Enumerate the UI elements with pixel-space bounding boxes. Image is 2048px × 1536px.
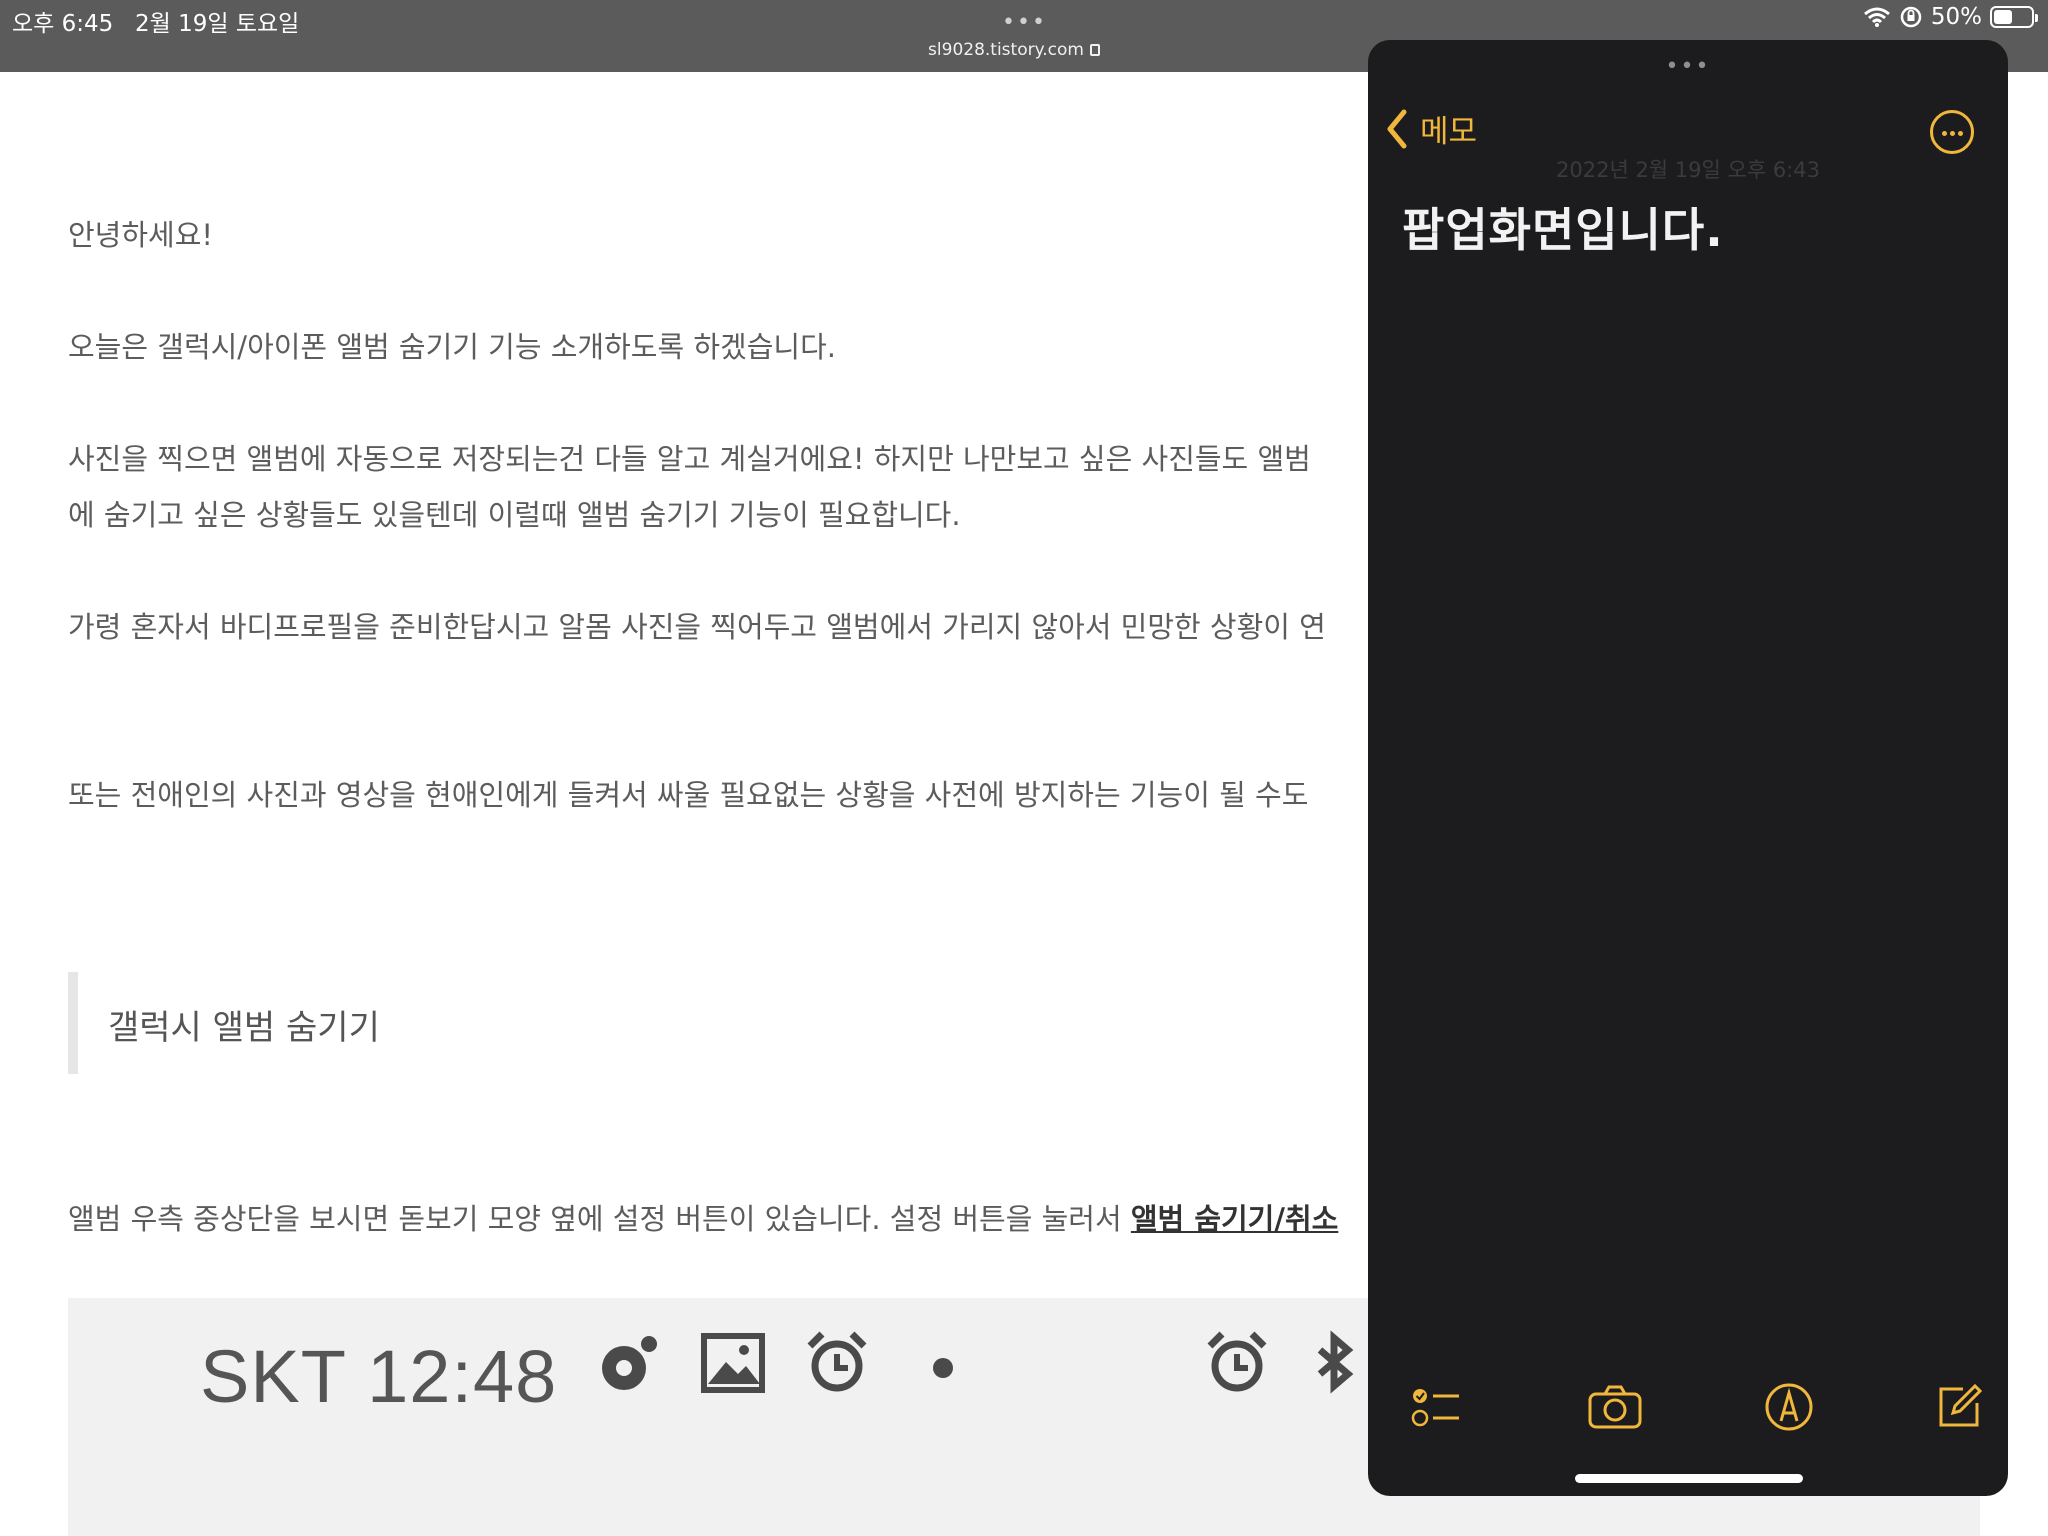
markup-button[interactable] <box>1754 1372 1824 1442</box>
paragraph-line: 에 숨기고 싶은 상황들도 있을텐데 이럴때 앨범 숨기기 기능이 필요합니다. <box>68 498 961 532</box>
paragraph-line: 또는 전애인의 사진과 영상을 현애인에게 들켜서 싸울 필요없는 상황을 사전… <box>68 778 1309 812</box>
battery-percentage: 50% <box>1930 4 1982 30</box>
paragraph-line: 가령 혼자서 바디프로필을 준비한답시고 알몸 사진을 찍어두고 앨범에서 가리… <box>68 610 1326 644</box>
dot-icon <box>933 1358 953 1378</box>
markup-icon <box>1765 1383 1813 1431</box>
paragraph-greeting: 안녕하세요! <box>68 218 214 252</box>
wifi-icon <box>1863 7 1890 27</box>
alarm-icon <box>1207 1331 1267 1392</box>
camera-button[interactable] <box>1580 1372 1650 1442</box>
compose-icon <box>1939 1383 1983 1427</box>
back-label: 메모 <box>1420 114 1478 150</box>
status-right: 50% <box>1863 4 2038 30</box>
battery-fill <box>1994 10 2012 24</box>
gallery-icon <box>701 1333 765 1393</box>
album-hide-link[interactable]: 앨범 숨기기/취소 <box>1131 1202 1338 1236</box>
note-body-text[interactable]: 팝업화면입니다. <box>1402 194 1724 260</box>
battery-icon <box>1990 6 2038 28</box>
paragraph-text: 앨범 우측 중상단을 보시면 돋보기 모양 옆에 설정 버튼이 있습니다. 설정… <box>68 1202 1131 1236</box>
paragraph-intro: 오늘은 갤럭시/아이폰 앨범 숨기기 기능 소개하도록 하겠습니다. <box>68 330 836 364</box>
paragraph-line: 사진을 찍으면 앨범에 자동으로 저장되는건 다들 알고 계실거에요! 하지만 … <box>68 442 1311 476</box>
slide-over-grabber[interactable]: ••• <box>1368 54 2008 79</box>
status-time: 오후 6:45 <box>12 11 114 37</box>
screenshot-status-text: SKT 12:48 <box>200 1335 558 1418</box>
paragraph-line: 앨범 우측 중상단을 보시면 돋보기 모양 옆에 설정 버튼이 있습니다. 설정… <box>68 1196 1338 1238</box>
multitasking-dots[interactable]: ••• <box>1002 10 1047 35</box>
compose-button[interactable] <box>1924 1372 1994 1442</box>
more-options-button[interactable] <box>1930 110 1974 154</box>
notes-slide-over[interactable]: ••• 메모 2022년 2월 19일 오후 6:43 팝업화면입니다. <box>1368 40 2008 1496</box>
quote-heading: 갤럭시 앨범 숨기기 <box>108 1008 380 1048</box>
checklist-button[interactable] <box>1402 1372 1472 1442</box>
chevron-left-icon <box>1387 109 1407 148</box>
bluetooth-icon <box>1317 1330 1354 1394</box>
note-date: 2022년 2월 19일 오후 6:43 <box>1556 158 1820 182</box>
record-icon <box>602 1336 657 1390</box>
url-text: sl9028.tistory.com <box>928 40 1084 60</box>
rotation-lock-icon <box>1900 6 1922 28</box>
home-indicator[interactable] <box>1575 1474 1803 1483</box>
camera-icon <box>1588 1385 1642 1429</box>
back-button[interactable]: 메모 <box>1384 106 1477 151</box>
lock-icon <box>1089 44 1100 56</box>
checklist-icon <box>1411 1389 1459 1427</box>
notes-toolbar <box>1368 1372 2008 1442</box>
status-date: 2월 19일 토요일 <box>135 11 300 37</box>
alarm-icon <box>807 1331 867 1392</box>
